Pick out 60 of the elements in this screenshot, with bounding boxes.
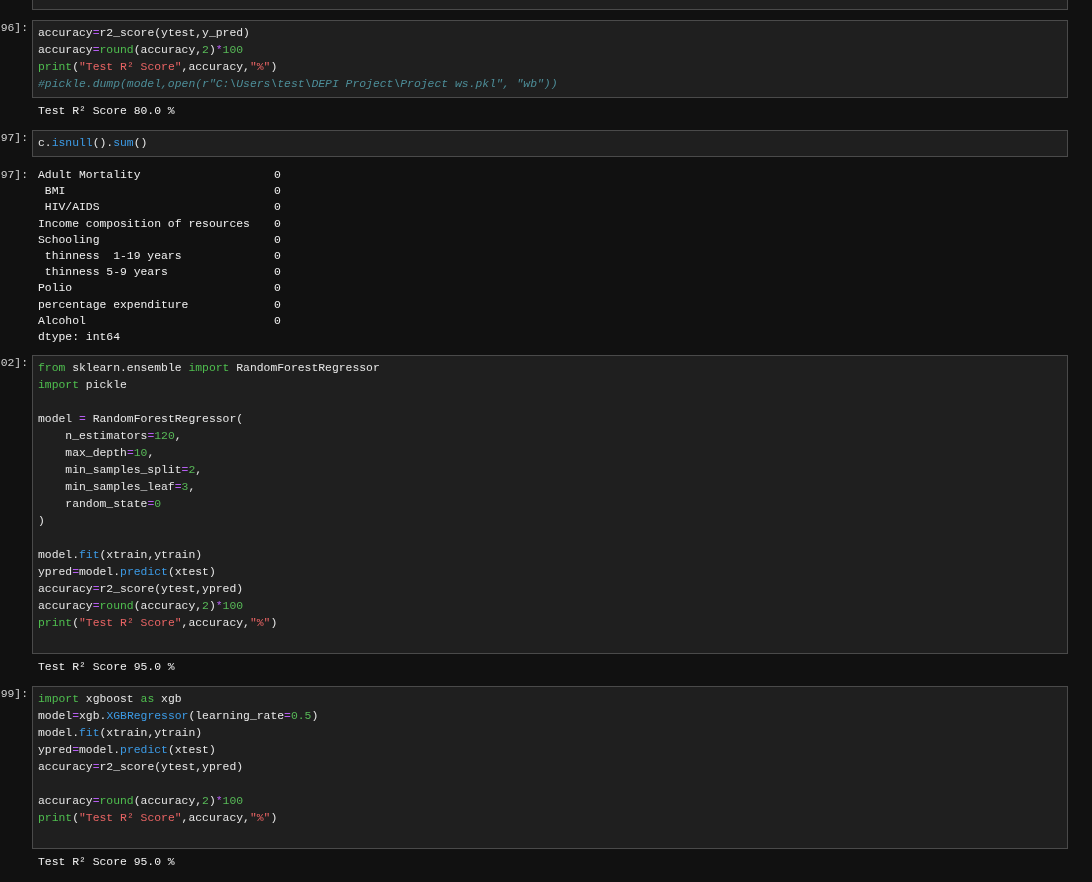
output-value: 0 — [274, 265, 281, 281]
code-line: c.isnull().sum() — [38, 136, 148, 151]
code-line: ypred=model.predict(xtest) — [38, 565, 216, 581]
code-line: import pickle — [38, 378, 127, 394]
cell-prompt: 99]: — [0, 687, 28, 703]
cell-prompt: 96]: — [0, 21, 28, 36]
code-line: accuracy=round(accuracy,2)*100 — [38, 43, 244, 58]
code-line: #pickle.dump(model,open(r"C:\Users\test\DEPI Project\Project ws.pkl", "wb")) — [38, 77, 558, 92]
cell-prompt: 97]: — [0, 168, 28, 183]
output-line: Test R² Score 95.0 % — [38, 855, 175, 871]
code-line: ) — [38, 514, 45, 530]
code-line: accuracy=round(accuracy,2)*100 — [38, 794, 244, 810]
cell-prompt: 02]: — [0, 356, 28, 372]
output-line: Test R² Score 95.0 % — [38, 660, 175, 676]
code-line: print("Test R² Score",accuracy,"%") — [38, 60, 278, 75]
code-line: accuracy=round(accuracy,2)*100 — [38, 599, 244, 615]
code-line: max_depth=10, — [64, 446, 155, 462]
output-value: 0 — [274, 168, 281, 183]
output-label: HIV/AIDS — [43, 201, 100, 214]
code-cell[interactable] — [32, 686, 1068, 850]
code-line: model = RandomForestRegressor( — [38, 412, 244, 428]
code-line: n_estimators=120, — [64, 429, 182, 445]
output-value: 0 — [274, 232, 281, 248]
output-label: Adult Mortality — [38, 169, 141, 181]
code-line: print("Test R² Score",accuracy,"%") — [38, 616, 278, 632]
output-line: dtype: int64 — [38, 329, 121, 345]
output-line: Test R² Score 80.0 % — [38, 104, 175, 119]
output-label: percentage expenditure — [38, 298, 189, 311]
code-line: random_state=0 — [64, 497, 162, 513]
code-line: model.fit(xtrain,ytrain) — [38, 548, 203, 564]
code-line: model=xgb.XGBRegressor(learning_rate=0.5) — [38, 709, 319, 725]
output-label: Polio — [38, 282, 73, 295]
output-label: BMI — [43, 185, 66, 198]
output-value: 0 — [274, 248, 281, 264]
output-value: 0 — [274, 200, 281, 216]
cell-prompt: 97]: — [0, 131, 28, 146]
output-label: Schooling — [38, 233, 100, 246]
code-line: ypred=model.predict(xtest) — [38, 743, 216, 759]
code-line: min_samples_split=2, — [64, 463, 203, 479]
output-value: 0 — [274, 313, 281, 329]
code-line: import xgboost as xgb — [38, 692, 182, 708]
code-line: accuracy=r2_score(ytest,ypred) — [38, 582, 244, 598]
output-label: Alcohol — [38, 314, 86, 327]
output-label: thinness 5-9 years — [43, 266, 168, 279]
code-cell[interactable] — [32, 355, 1068, 655]
code-line: min_samples_leaf=3, — [64, 480, 196, 496]
output-value: 0 — [274, 216, 281, 232]
output-value: 0 — [274, 184, 281, 200]
output-value: 0 — [274, 281, 281, 297]
code-cell[interactable]: c.isnull().sum() — [32, 130, 1068, 157]
code-cell[interactable]: accuracy=r2_score(ytest,y_pred) accuracy=round(accuracy,2)*100 print("Test R² Score",accuracy,"%") #pickle.dump(model,open(r"C:\Users\test\DEPI Project\Project ws.pkl", "wb")) — [32, 20, 1068, 98]
code-line: from sklearn.ensemble import RandomForestRegressor — [38, 361, 380, 377]
output-label: thinness 1-19 years — [43, 249, 182, 262]
code-line: model.fit(xtrain,ytrain) — [38, 726, 203, 742]
output-label: Income composition of resources — [38, 217, 250, 230]
code-line: accuracy=r2_score(ytest,ypred) — [38, 760, 244, 776]
output-value: 0 — [274, 297, 281, 313]
code-cell[interactable] — [32, 0, 1068, 10]
code-line: accuracy=r2_score(ytest,y_pred) — [38, 26, 250, 41]
code-line: print("Test R² Score",accuracy,"%") — [38, 811, 278, 827]
